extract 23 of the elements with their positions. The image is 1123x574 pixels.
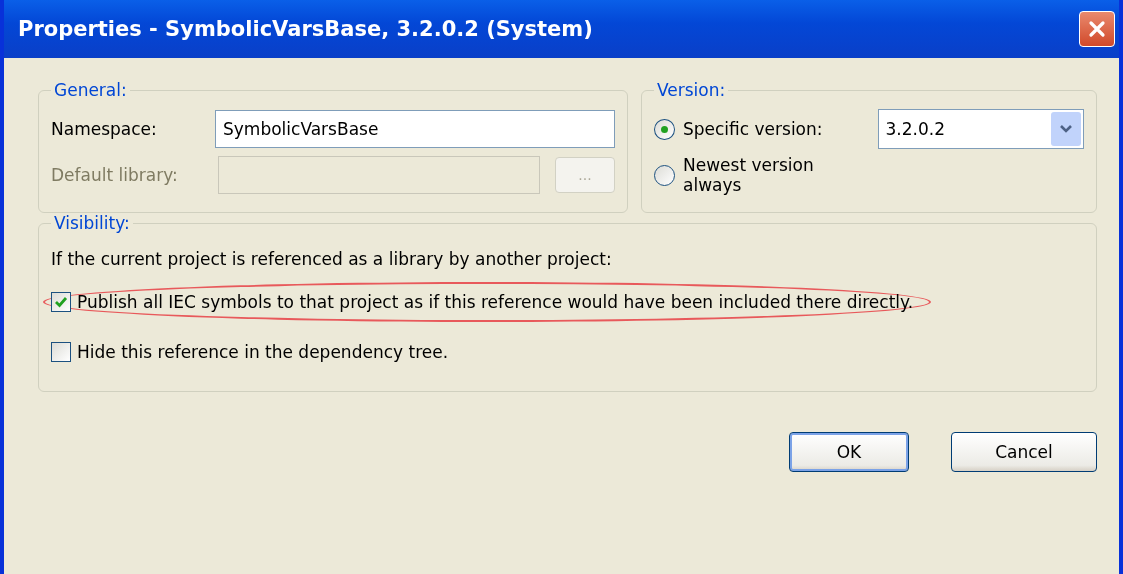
text-field[interactable]: SymbolicVarsBase	[215, 110, 615, 148]
close-button[interactable]	[1079, 11, 1115, 47]
checkmark-icon	[54, 295, 68, 309]
chevron-down-icon	[1059, 124, 1073, 134]
checkbox[interactable]	[51, 292, 71, 312]
dialog-button[interactable]: OK	[789, 432, 909, 472]
radio-button[interactable]	[654, 164, 675, 186]
checkbox-label: Publish all IEC symbols to that project as if this reference would have been included there directly.	[77, 292, 914, 312]
radio-button[interactable]	[654, 118, 675, 140]
version-dropdown[interactable]: 3.2.0.2	[878, 109, 1084, 149]
dialog-button[interactable]: Cancel	[951, 432, 1097, 472]
group-legend: Version:	[654, 80, 729, 100]
radio-label: Specific version:	[682, 119, 824, 139]
window-title: Properties - SymbolicVarsBase, 3.2.0.2 (System)	[18, 17, 593, 41]
group-legend: General:	[51, 80, 130, 100]
checkbox-label: Hide this reference in the dependency tree.	[77, 342, 449, 362]
radio-label: Newest version always	[683, 155, 815, 195]
field-label: Default library:	[51, 165, 179, 185]
group-legend: Visibility:	[51, 213, 133, 233]
field-label: Namespace:	[51, 119, 158, 139]
close-icon	[1087, 19, 1107, 39]
checkbox[interactable]	[51, 342, 71, 362]
intro-text: If the current project is referenced as a library by another project:	[51, 249, 613, 269]
